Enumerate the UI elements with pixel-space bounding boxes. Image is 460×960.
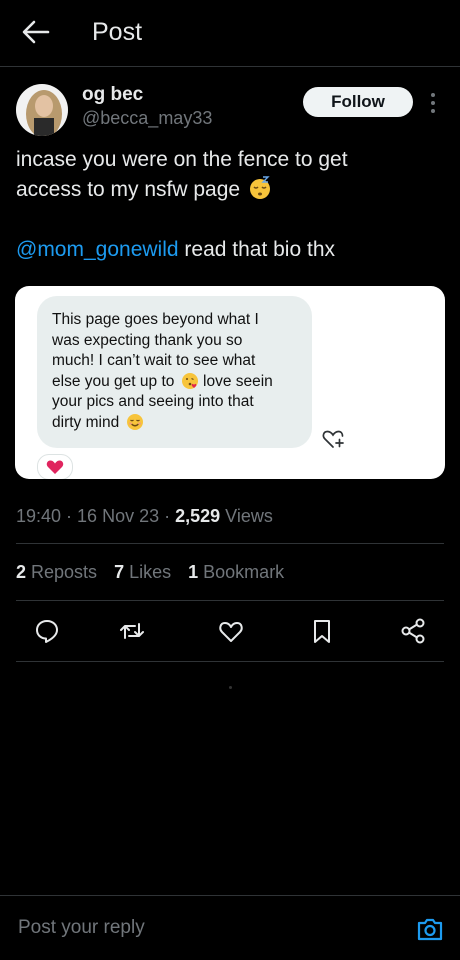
heart-reaction-icon (46, 460, 64, 474)
page-title: Post (92, 18, 143, 46)
author-display-name[interactable]: og bec (82, 84, 143, 106)
post-timestamp: 19:40 · 16 Nov 23 · 2,529 Views (16, 506, 273, 526)
divider (16, 600, 444, 601)
reposts-stat[interactable]: 2 Reposts (16, 562, 97, 582)
message-text: This page goes beyond what I was expecti… (52, 311, 273, 431)
views-count: 2,529 (175, 506, 221, 526)
mention-link[interactable]: @mom_gonewild (16, 238, 179, 261)
heart-plus-icon[interactable] (321, 428, 345, 450)
follow-button[interactable]: Follow (303, 87, 413, 117)
top-bar: Post (0, 0, 460, 67)
smiling-face-emoji-icon (126, 413, 143, 430)
bookmarks-stat[interactable]: 1 Bookmark (188, 562, 284, 582)
heart-reaction (37, 454, 73, 479)
post-text-line: incase you were on the fence to get (16, 148, 348, 171)
post-text-line: access to my nsfw page (16, 175, 446, 205)
avatar[interactable] (16, 84, 68, 136)
bookmark-icon[interactable] (307, 616, 337, 646)
sleepy-face-emoji-icon (249, 176, 270, 199)
kissing-face-emoji-icon (181, 372, 198, 389)
message-bubble: This page goes beyond what I was expecti… (37, 296, 312, 448)
back-arrow-icon[interactable] (20, 18, 52, 46)
reply-bar (0, 895, 460, 960)
divider (16, 543, 444, 544)
like-icon[interactable] (216, 616, 246, 646)
divider (16, 661, 444, 662)
engagement-stats: 2 Reposts 7 Likes 1 Bookmark (16, 562, 296, 583)
reply-icon[interactable] (32, 616, 62, 646)
loading-dot (229, 686, 232, 689)
likes-stat[interactable]: 7 Likes (114, 562, 171, 582)
post-body: incase you were on the fence to get acce… (16, 145, 446, 205)
reply-input[interactable] (16, 916, 380, 940)
post-text-line: read that bio thx (178, 238, 335, 261)
camera-icon[interactable] (416, 915, 444, 943)
share-icon[interactable] (398, 616, 428, 646)
post-mention-line: @mom_gonewild read that bio thx (16, 235, 335, 265)
more-vertical-icon[interactable] (426, 92, 440, 114)
author-handle[interactable]: @becca_may33 (82, 108, 212, 129)
post-image[interactable]: This page goes beyond what I was expecti… (15, 286, 445, 479)
repost-icon[interactable] (117, 616, 147, 646)
